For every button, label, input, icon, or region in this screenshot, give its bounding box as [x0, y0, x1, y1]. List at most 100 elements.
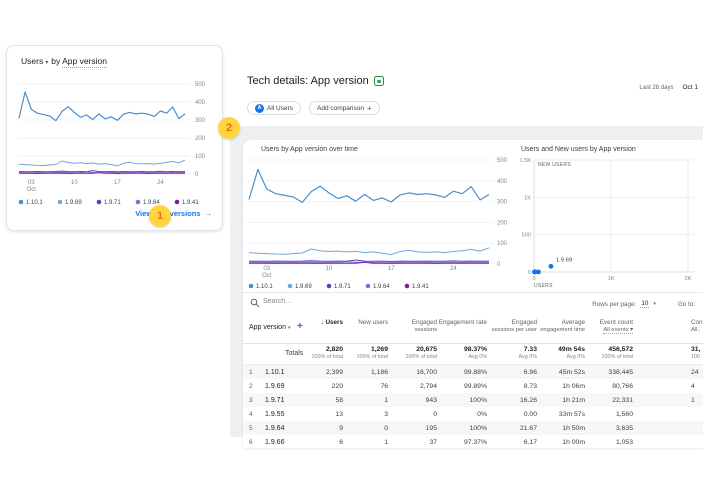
scatter-chart-title: Users and New users by App version [521, 146, 636, 153]
table-row: 2 1.9.69 220 76 2,794 99.89% 8.73 1h 06m 80,766 4 [243, 379, 703, 393]
add-comparison-label: Add comparison [317, 104, 364, 112]
table-row: 6 1.9.66 6 1 37 97.37% 6.17 1h 00m 1,053 [243, 435, 703, 449]
svg-text:1.9.69: 1.9.69 [295, 284, 312, 290]
svg-text:1.9.71: 1.9.71 [104, 200, 121, 206]
svg-text:500: 500 [497, 158, 508, 164]
svg-text:03: 03 [28, 180, 35, 186]
metric-cell: 4 [691, 383, 695, 390]
goto-label: Go to: [677, 300, 695, 308]
svg-text:USERS: USERS [534, 283, 553, 289]
svg-text:1.5K: 1.5K [519, 158, 531, 164]
metric-cell: 1 [691, 397, 695, 404]
svg-text:10: 10 [71, 180, 78, 186]
by-label: by [51, 56, 63, 66]
table-row: 1 1.10.1 2,399 1,186 16,700 99.88% 6.96 45m 52s… [243, 365, 703, 379]
report-card: Users by App version over time Users and… [243, 140, 703, 448]
add-comparison-chip[interactable]: Add comparison + [309, 101, 380, 115]
legend-item: 1.9.41 [174, 199, 199, 206]
line-chart-title: Users by App version over time [261, 146, 358, 153]
svg-text:400: 400 [497, 179, 508, 185]
table-row: 3 1.9.71 58 1 943 100% 16.26 1h 21m 22,331 1 [243, 393, 703, 407]
svg-text:1K: 1K [524, 195, 531, 201]
scatter-point[interactable] [548, 263, 554, 269]
svg-text:Oct: Oct [27, 187, 37, 193]
all-users-label: All Users [267, 104, 294, 112]
svg-text:100: 100 [195, 154, 206, 160]
legend-item: 1.9.71 [326, 283, 351, 290]
annotation-step-1: 1 [149, 205, 171, 227]
svg-text:100: 100 [497, 241, 508, 247]
table-body: 1 1.10.1 2,399 1,186 16,700 99.88% 6.96 45m 52s… [243, 365, 703, 449]
table-toolbar: Rows per page: 10 ▾ Go to: [243, 293, 703, 315]
table-header: App version ▾ + ↓ Users New users Engaged s… [243, 315, 703, 344]
svg-text:0: 0 [532, 276, 535, 282]
comparison-chips: A All Users Add comparison + [247, 101, 380, 115]
svg-text:17: 17 [388, 266, 395, 272]
svg-text:17: 17 [114, 180, 121, 186]
page-title: Tech details: App version [247, 75, 384, 87]
search-input[interactable] [263, 298, 353, 305]
annotation-step-2: 2 [218, 117, 240, 139]
rows-per-page-label: Rows per page: [592, 300, 637, 308]
legend-item: 1.10.1 [18, 199, 43, 206]
metric-cell: 3,635 [615, 425, 633, 432]
scatter-point[interactable] [532, 269, 537, 275]
chevron-down-icon[interactable]: ▾ [653, 301, 656, 307]
svg-text:1.10.1: 1.10.1 [26, 200, 43, 206]
svg-text:1.9.71: 1.9.71 [334, 284, 351, 290]
svg-text:03: 03 [263, 266, 270, 272]
column-header[interactable]: ConvAll.. [691, 319, 703, 334]
table-row: 5 1.9.64 9 0 195 100% 21.67 1h 50m 3,635 [243, 421, 703, 435]
mini-line-chart: 0 100 200 300 400 500 03Oct 10 17 24 1.10.1 1.9.69 1… [17, 82, 206, 206]
arrow-right-icon: → [204, 209, 213, 218]
metric-cell: 24 [691, 369, 699, 376]
insights-icon[interactable] [373, 76, 384, 86]
all-users-chip[interactable]: A All Users [247, 101, 302, 115]
metric-cell: 338,445 [608, 369, 633, 376]
svg-text:1.9.41: 1.9.41 [412, 284, 429, 290]
svg-text:500: 500 [195, 82, 206, 88]
date-range-picker[interactable]: Last 28 days Oct 1 [639, 84, 698, 91]
svg-text:1.10.1: 1.10.1 [256, 284, 273, 290]
svg-text:300: 300 [497, 200, 508, 206]
audience-avatar-icon: A [255, 103, 264, 113]
svg-text:2K: 2K [685, 276, 692, 282]
users-by-app-version-card: Users ▾ by App version 0 100 200 300 400 500 03 O… [6, 45, 223, 231]
legend-item: 1.9.64 [365, 283, 390, 290]
table-row: 4 1.9.55 13 3 0 0% 0.00 33m 57s 1,560 [243, 407, 703, 421]
svg-text:10: 10 [326, 266, 333, 272]
legend-item: 1.10.1 [248, 283, 273, 290]
chevron-down-icon[interactable]: ▾ [45, 60, 48, 66]
date-range-value: Oct 1 [682, 84, 698, 91]
svg-text:500: 500 [522, 233, 531, 239]
svg-text:0: 0 [528, 270, 531, 276]
metric-cell: 80,766 [612, 383, 633, 390]
users-newusers-scatter-chart: 0 500 1K 1.5K 0 1K 2K NEW USERS USERS 1.9.69 [519, 158, 694, 289]
svg-text:1.9.64: 1.9.64 [373, 284, 390, 290]
legend-item: 1.9.69 [57, 199, 82, 206]
table-totals-row: Totals 2,820 100% of total 1,269 100% of to… [243, 344, 703, 365]
dimension-selector[interactable]: App version [62, 56, 107, 68]
svg-text:1.9.41: 1.9.41 [182, 200, 199, 206]
plus-icon: + [367, 103, 372, 113]
metric-cell: 1,053 [615, 439, 633, 446]
date-range-label: Last 28 days [639, 85, 674, 91]
legend-item: 1.9.69 [287, 283, 312, 290]
svg-text:0: 0 [195, 172, 199, 178]
svg-text:200: 200 [497, 220, 508, 226]
svg-text:300: 300 [195, 118, 206, 124]
view-app-versions-link[interactable]: View app versions → [135, 209, 212, 218]
legend-item: 1.9.41 [404, 283, 429, 290]
svg-text:1K: 1K [608, 276, 615, 282]
metric-cell: 1,560 [615, 411, 633, 418]
page-title-text: Tech details: App version [247, 75, 369, 87]
totals-cell: 456,572 100% of total [601, 346, 633, 360]
svg-text:1.9.69: 1.9.69 [65, 200, 82, 206]
svg-text:24: 24 [157, 180, 164, 186]
mini-card-title: Users ▾ by App version [21, 56, 107, 68]
column-header[interactable]: Event count All events ▾ [543, 319, 633, 335]
rows-per-page-select[interactable]: 10 [640, 300, 650, 308]
metric-selector[interactable]: Users [21, 56, 43, 66]
totals-cell: 31, 100 [691, 346, 701, 360]
search-icon [250, 298, 260, 308]
